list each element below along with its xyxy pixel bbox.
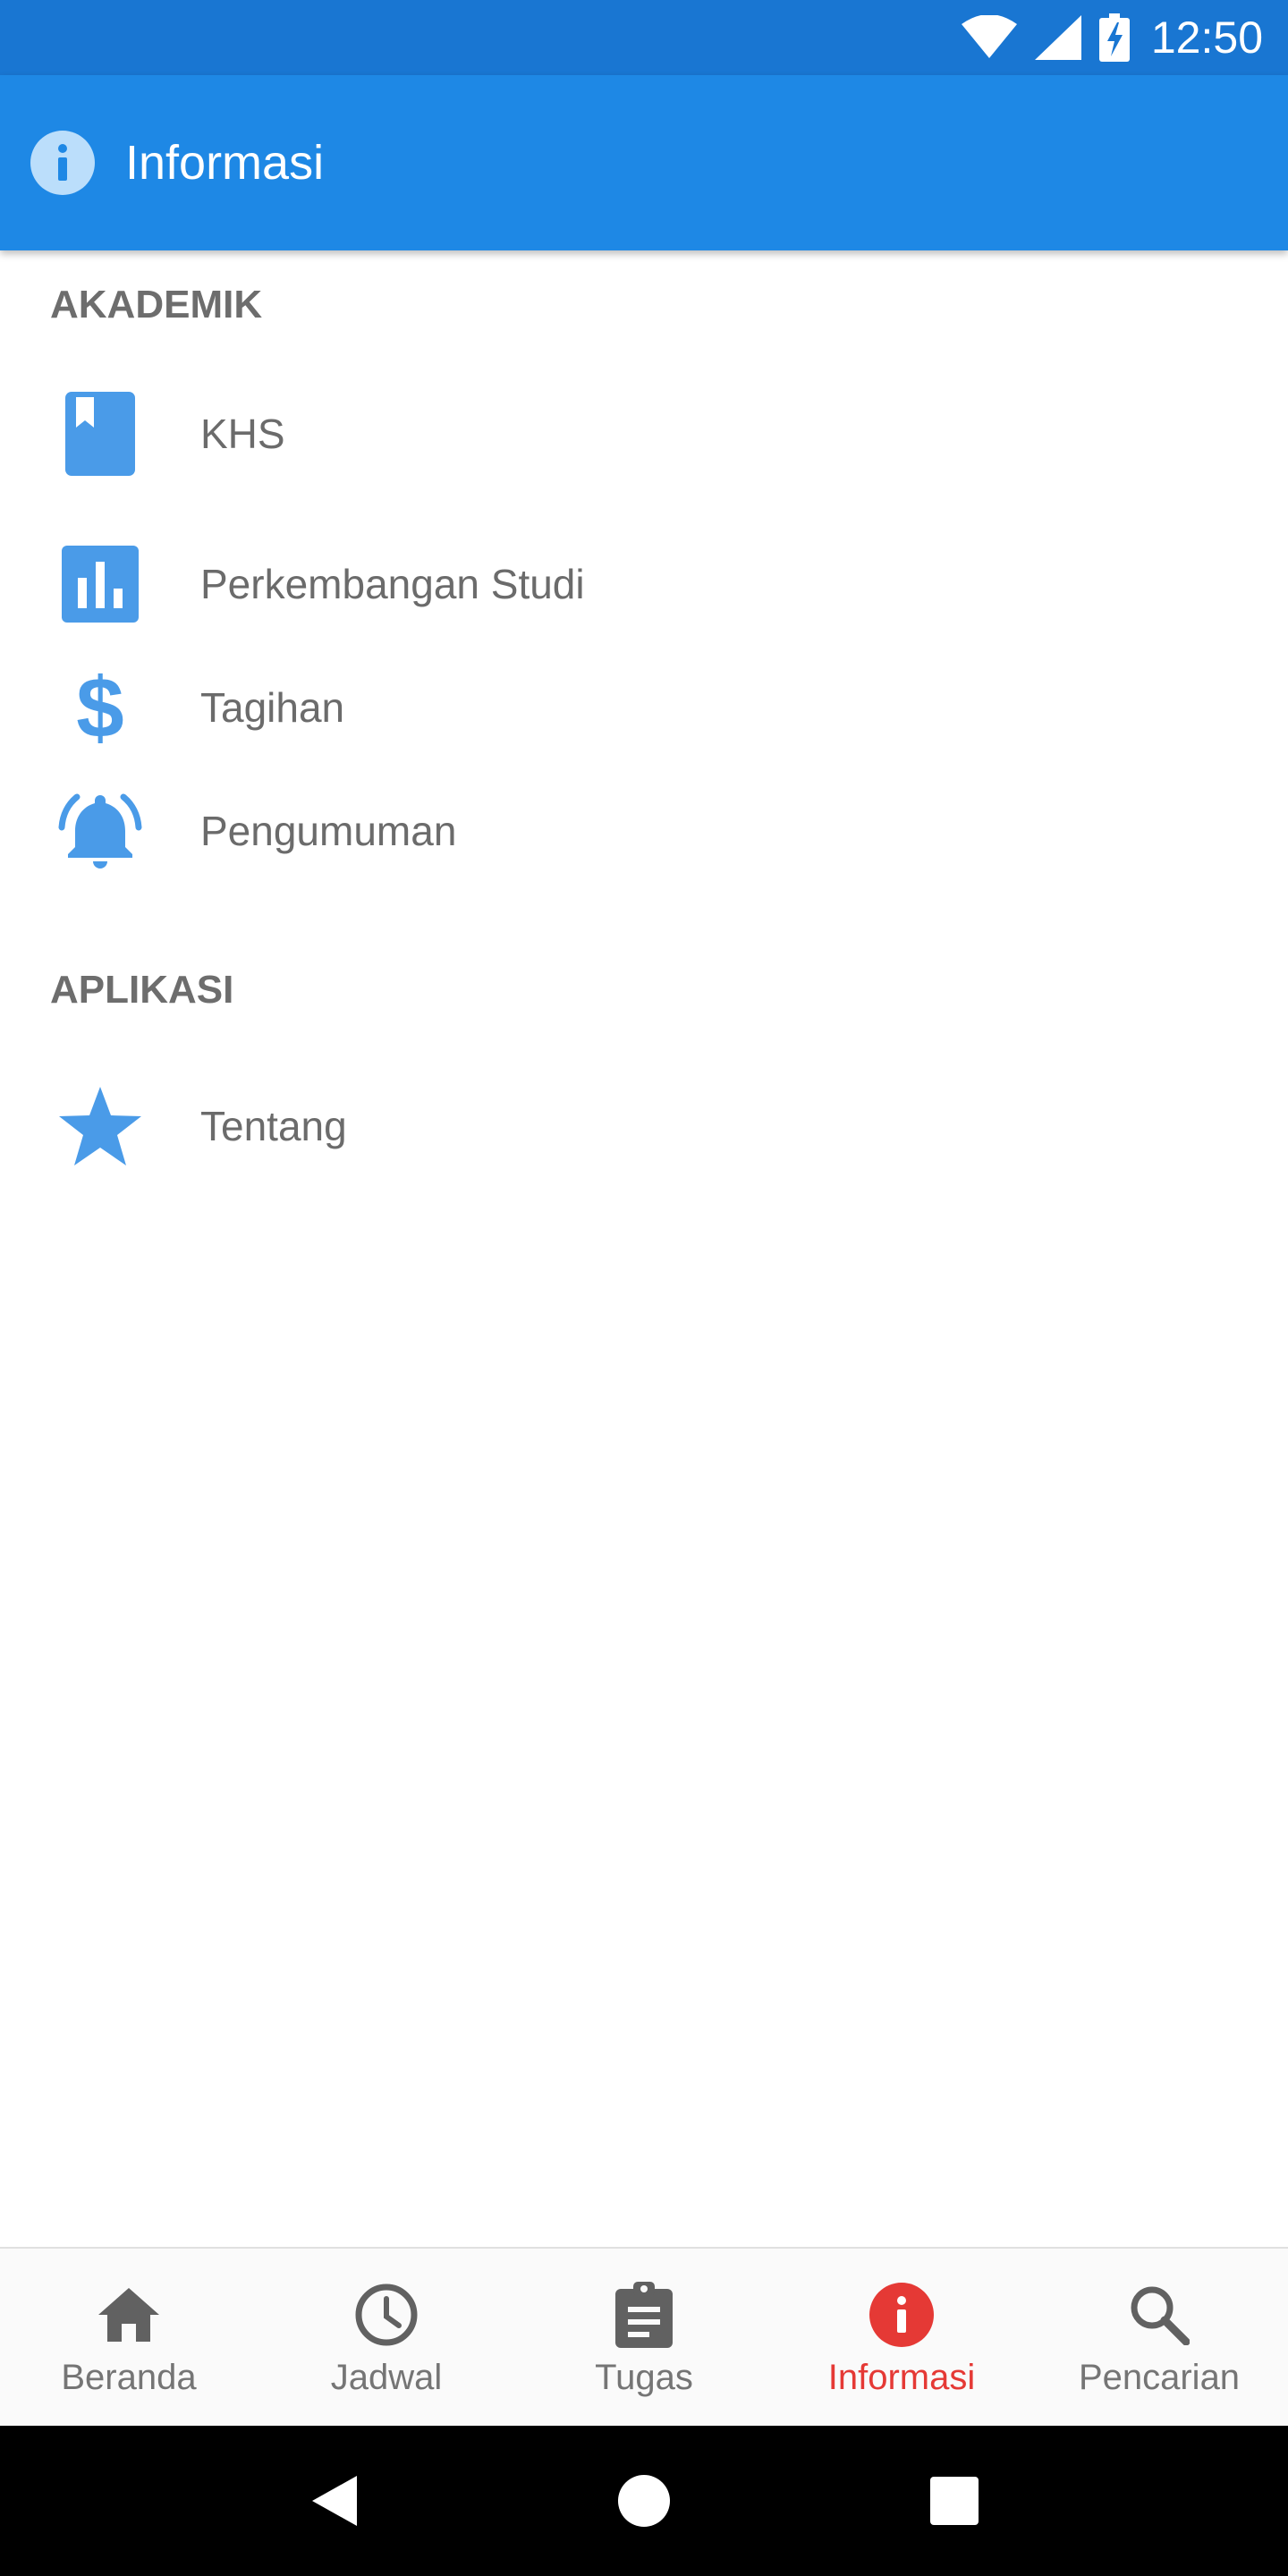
status-bar: 12:50 (0, 0, 1288, 75)
clipboard-icon (610, 2281, 678, 2349)
notification-bell-icon (50, 781, 150, 881)
cellular-signal-icon (1034, 15, 1081, 60)
nav-item-tugas[interactable]: Tugas (515, 2249, 773, 2426)
nav-item-informasi[interactable]: Informasi (773, 2249, 1030, 2426)
nav-item-beranda[interactable]: Beranda (0, 2249, 258, 2426)
status-time: 12:50 (1150, 13, 1263, 63)
system-navigation-bar (0, 2426, 1288, 2576)
bar-chart-icon (50, 534, 150, 634)
nav-label: Pencarian (1078, 2357, 1241, 2397)
svg-text:$: $ (76, 667, 123, 748)
bottom-navigation: Beranda Jadwal Tugas Informasi Pencarian (0, 2247, 1288, 2426)
info-icon (868, 2281, 936, 2349)
menu-item-pengumuman[interactable]: Pengumuman (0, 773, 1288, 889)
menu-item-label: Perkembangan Studi (200, 561, 585, 607)
menu-item-label: Tagihan (200, 684, 345, 731)
nav-label: Tugas (595, 2357, 693, 2397)
battery-charging-icon (1098, 13, 1130, 62)
clock-icon (352, 2281, 420, 2349)
nav-label: Beranda (61, 2357, 197, 2397)
menu-item-tentang[interactable]: Tentang (0, 1068, 1288, 1184)
nav-label: Informasi (827, 2357, 976, 2397)
menu-item-label: Pengumuman (200, 808, 457, 854)
home-icon (95, 2281, 163, 2349)
app-bar: Informasi (0, 75, 1288, 250)
menu-item-khs[interactable]: KHS (0, 376, 1288, 492)
menu-item-perkembangan-studi[interactable]: Perkembangan Studi (0, 526, 1288, 642)
search-icon (1125, 2281, 1193, 2349)
screen: 12:50 Informasi AKADEMIK KHS Perkembanga… (0, 0, 1288, 2576)
nav-item-pencarian[interactable]: Pencarian (1030, 2249, 1288, 2426)
section-header-akademik: AKADEMIK (50, 283, 263, 326)
section-header-aplikasi: APLIKASI (50, 968, 234, 1012)
home-circle-icon[interactable] (608, 2465, 680, 2537)
nav-item-jadwal[interactable]: Jadwal (258, 2249, 515, 2426)
dollar-icon: $ (50, 657, 150, 758)
menu-item-label: Tentang (200, 1103, 347, 1149)
nav-label: Jadwal (330, 2357, 443, 2397)
recent-apps-icon[interactable] (919, 2465, 990, 2537)
menu-item-tagihan[interactable]: $ Tagihan (0, 649, 1288, 766)
bookmark-book-icon (50, 384, 150, 484)
menu-item-label: KHS (200, 411, 285, 457)
info-icon (30, 131, 95, 195)
wifi-icon (961, 15, 1017, 60)
page-title: Informasi (125, 136, 325, 190)
star-icon (50, 1076, 150, 1176)
back-icon[interactable] (298, 2465, 369, 2537)
